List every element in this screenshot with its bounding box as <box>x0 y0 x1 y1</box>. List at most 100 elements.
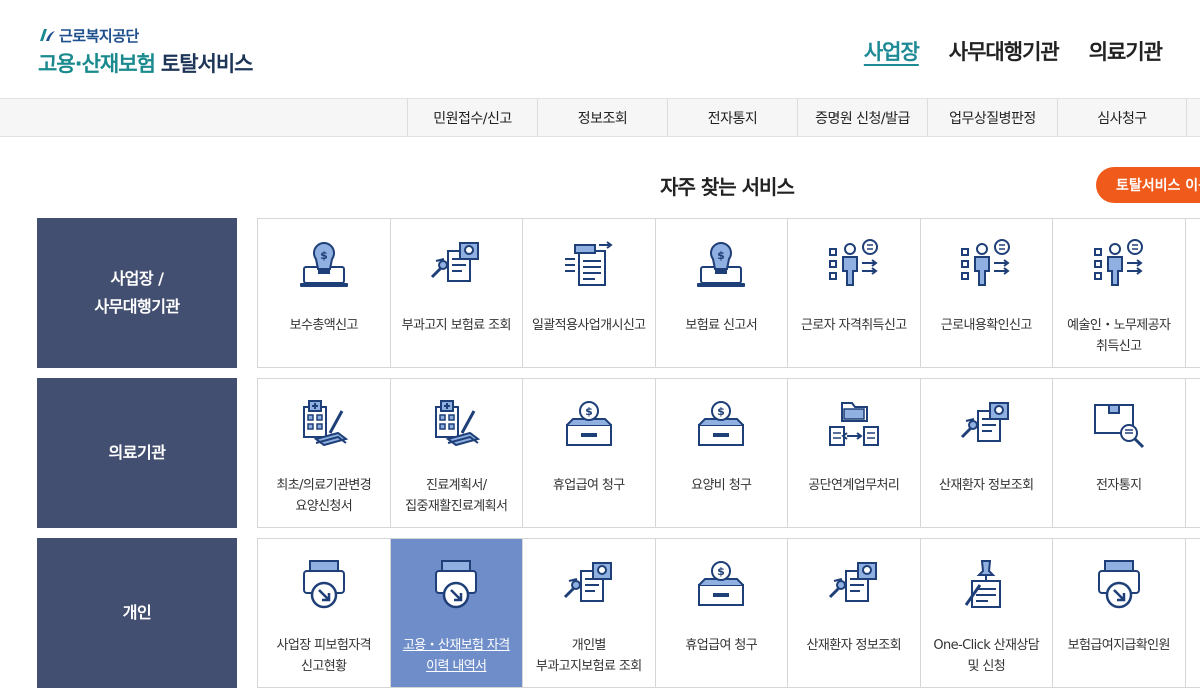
service-card-label: 개인별 부과고지보험료 조회 <box>535 638 642 674</box>
section-title-container: 자주 찾는 서비스 <box>0 168 1200 198</box>
folder-exchange-icon <box>826 397 882 457</box>
svg-text:$: $ <box>585 405 593 418</box>
service-card[interactable]: 근로자 자격취득신고 <box>788 219 921 367</box>
service-card-label: 최초/의료기관변경 요양신청서 <box>276 478 372 514</box>
printer-download-icon <box>1091 557 1147 617</box>
person-checklist-icon <box>958 237 1014 297</box>
svg-text:$: $ <box>717 565 725 578</box>
money-box-icon: $ <box>561 397 617 457</box>
money-bulb-laptop-icon: $ <box>296 237 352 297</box>
sub-nav: 민원접수/신고 정보조회 전자통지 증명원 신청/발급 업무상질병판정 심사청구 <box>0 98 1200 137</box>
service-card-label: One-Click 산재상담 및 신청 <box>933 638 1040 674</box>
service-card[interactable]: 전자통지 <box>1053 379 1186 527</box>
top-nav-medical[interactable]: 의료기관 <box>1089 36 1163 66</box>
box-search-icon <box>1091 397 1147 457</box>
row-medical: 의료기관최초/의료기관변경 요양신청서 진료계획서/집중재활진료계획서 $ 휴업급여 … <box>37 378 1200 528</box>
service-card-label: 보수총액신고 <box>289 318 359 333</box>
service-card-label: 고용・산재보험 자격 이력 내역서 <box>402 638 510 674</box>
printer-download-icon <box>296 557 352 617</box>
sub-nav-item-certificate[interactable]: 증명원 신청/발급 <box>797 99 927 136</box>
service-card[interactable]: One-Click 산재상담 및 신청 <box>920 539 1053 687</box>
row-category-label: 개인 <box>37 538 237 688</box>
service-card[interactable]: 예술인・노무제공자 취득신고 <box>1053 219 1186 367</box>
service-card-label: 전자통지 <box>1096 478 1142 493</box>
row-category-label: 의료기관 <box>37 378 237 528</box>
sub-nav-item-info-lookup[interactable]: 정보조회 <box>537 99 667 136</box>
service-card-label: 진료계획서/집중재활진료계획서 <box>405 478 508 514</box>
printer-download-icon <box>428 557 484 617</box>
service-name-primary: 고용·산재보험 <box>38 52 156 76</box>
service-card[interactable]: 산재환자 정보조회 <box>920 379 1053 527</box>
service-card[interactable]: 사업장 피보험자격 신고현황 <box>258 539 391 687</box>
svg-text:$: $ <box>320 249 328 262</box>
service-card[interactable]: $ 보험료 신고서 <box>655 219 788 367</box>
sub-nav-item-e-notice[interactable]: 전자통지 <box>667 99 797 136</box>
service-card-label: 산재환자 정보조회 <box>806 638 902 653</box>
section-title: 자주 찾는 서비스 <box>660 175 795 198</box>
service-card-label: 일괄적용사업개시신고 <box>531 318 646 333</box>
top-nav-workplace[interactable]: 사업장 <box>864 36 920 66</box>
service-card[interactable]: $ 요양비 청구 <box>655 379 788 527</box>
document-search-icon <box>826 557 882 617</box>
service-card[interactable]: 고용・산재보험 자격 이력 내역서 <box>390 539 523 687</box>
document-search-icon <box>958 397 1014 457</box>
total-service-button[interactable]: 토탈서비스 이용 <box>1096 167 1200 203</box>
service-name-secondary: 토탈서비스 <box>160 52 254 76</box>
service-card-label: 예술인・노무제공자 취득신고 <box>1067 318 1171 354</box>
service-card[interactable]: 공단연계업무처리 <box>788 379 921 527</box>
top-nav-agency[interactable]: 사무대행기관 <box>949 36 1060 66</box>
service-card-label: 산재환자 정보조회 <box>939 478 1034 493</box>
document-search-icon <box>561 557 617 617</box>
service-card[interactable]: 보 <box>1185 219 1200 367</box>
service-card-label: 휴업급여 청구 <box>685 638 758 653</box>
row-individual: 개인사업장 피보험자격 신고현황 고용・산재보험 자격 이력 내역서 개인별 부과고… <box>37 538 1200 688</box>
service-card[interactable]: 개인별 부과고지보험료 조회 <box>523 539 656 687</box>
site-logo[interactable]: 근로복지공단 고용·산재보험 토탈서비스 <box>38 26 254 78</box>
service-card[interactable]: 최초/의료기관변경 요양신청서 <box>258 379 391 527</box>
top-nav: 사업장 사무대행기관 의료기관 <box>864 36 1163 66</box>
svg-text:$: $ <box>717 405 725 418</box>
money-box-icon: $ <box>693 397 749 457</box>
service-card-label: 사업장 피보험자격 신고현황 <box>276 638 372 674</box>
service-card[interactable]: 부과고지 보험료 조회 <box>390 219 523 367</box>
svg-text:$: $ <box>717 249 725 262</box>
row-workplace: 사업장 / 사무대행기관 $ 보수총액신고 부과고지 보험료 조회 일괄적용사업개시신고… <box>37 218 1200 368</box>
service-card-label: 공단연계업무처리 <box>808 478 900 493</box>
service-card[interactable]: $ 휴업급여 청구 <box>655 539 788 687</box>
service-card-label: 요양비 청구 <box>691 478 752 493</box>
row-category-label: 사업장 / 사무대행기관 <box>37 218 237 368</box>
service-card-label: 근로자 자격취득신고 <box>800 318 907 333</box>
service-card[interactable]: 산재환자 정보조회 <box>788 539 921 687</box>
logo-mark-icon <box>38 27 56 43</box>
document-transfer-icon <box>561 237 617 297</box>
service-card-list: 최초/의료기관변경 요양신청서 진료계획서/집중재활진료계획서 $ 휴업급여 청구 $ 요… <box>257 378 1200 528</box>
service-card-label: 보험급여지급확인원 <box>1067 638 1171 653</box>
service-card[interactable]: $ 보수총액신고 <box>258 219 391 367</box>
service-card-list: 사업장 피보험자격 신고현황 고용・산재보험 자격 이력 내역서 개인별 부과고지보… <box>257 538 1200 688</box>
service-card[interactable]: 진료계획서/집중재활진료계획서 <box>390 379 523 527</box>
service-card[interactable]: $ 휴업급여 청구 <box>523 379 656 527</box>
service-card-label: 휴업급여 청구 <box>552 478 625 493</box>
pin-document-icon <box>958 557 1014 617</box>
sub-nav-item-complaints[interactable]: 민원접수/신고 <box>407 99 537 136</box>
person-checklist-icon <box>826 237 882 297</box>
money-box-icon: $ <box>693 557 749 617</box>
service-card[interactable]: 보험급여지급확인원 <box>1053 539 1186 687</box>
sub-nav-item-disease-judgment[interactable]: 업무상질병판정 <box>927 99 1057 136</box>
service-card[interactable] <box>1185 539 1200 687</box>
hospital-pen-icon <box>296 397 352 457</box>
document-search-icon <box>428 237 484 297</box>
service-card-label: 근로내용확인신고 <box>940 318 1032 333</box>
service-card-list: $ 보수총액신고 부과고지 보험료 조회 일괄적용사업개시신고 $ 보험료 신고서 근로자 … <box>257 218 1200 368</box>
site-header: 근로복지공단 고용·산재보험 토탈서비스 사업장 사무대행기관 의료기관 <box>0 0 1200 98</box>
service-card[interactable]: 근로내용확인신고 <box>920 219 1053 367</box>
sub-nav-item-appeal[interactable]: 심사청구 <box>1057 99 1187 136</box>
service-card[interactable]: 전 <box>1185 379 1200 527</box>
service-card-label: 보험료 신고서 <box>685 318 758 333</box>
hospital-pen-icon <box>428 397 484 457</box>
service-card-label: 부과고지 보험료 조회 <box>401 318 512 333</box>
person-checklist-icon <box>1091 237 1147 297</box>
org-name: 근로복지공단 <box>59 26 139 45</box>
money-bulb-laptop-icon: $ <box>693 237 749 297</box>
service-card[interactable]: 일괄적용사업개시신고 <box>523 219 656 367</box>
